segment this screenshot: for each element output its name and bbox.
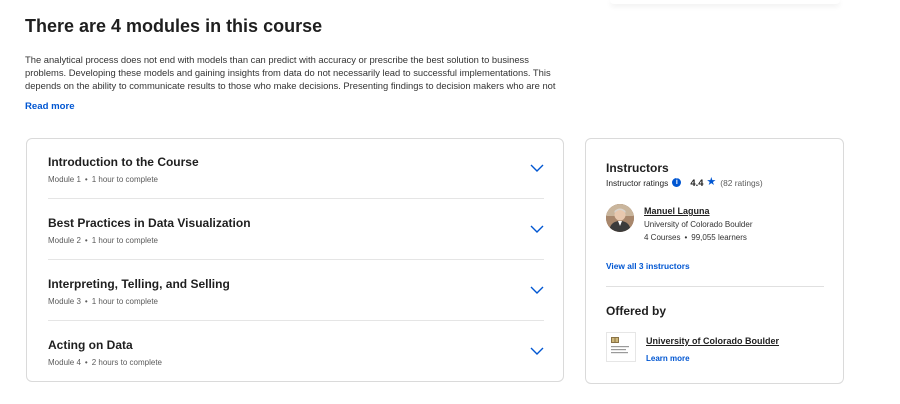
ratings-label: Instructor ratings [606,177,669,188]
section-heading: There are 4 modules in this course [25,16,323,36]
org-learn-more-link[interactable]: Learn more [646,354,690,363]
module-title: Acting on Data [48,338,133,352]
course-description: The analytical process does not end with… [25,54,556,91]
instructors-card: Instructors Instructor ratings i 4.4 ★ (… [585,138,844,384]
separator-dot: • [84,297,88,306]
module-item[interactable]: Best Practices in Data Visualization Mod… [48,200,544,260]
module-title: Introduction to the Course [48,155,199,169]
module-item[interactable]: Introduction to the Course Module 1 • 1 ho… [48,139,544,199]
instructor-org: University of Colorado Boulder [644,220,753,229]
module-item[interactable]: Interpreting, Telling, and Selling Modul… [48,261,544,321]
separator-dot: • [84,358,88,367]
star-icon: ★ [706,176,717,188]
module-label: Module 2 [48,236,81,245]
chevron-down-icon[interactable] [530,224,544,234]
modules-accordion: Introduction to the Course Module 1 • 1 ho… [26,138,564,382]
module-meta: Module 3 • 1 hour to complete [48,297,158,306]
avatar[interactable] [606,204,634,232]
instructor-learners: 99,055 learners [691,233,747,242]
rating-value: 4.4 [690,177,704,188]
module-title: Best Practices in Data Visualization [48,216,251,230]
separator-dot: • [684,233,688,242]
module-label: Module 1 [48,175,81,184]
chevron-down-icon[interactable] [530,285,544,295]
module-duration: 2 hours to complete [91,358,162,367]
module-duration: 1 hour to complete [91,297,158,306]
top-card-edge [610,0,840,4]
module-meta: Module 1 • 1 hour to complete [48,175,158,184]
instructors-title: Instructors [606,161,669,175]
module-label: Module 3 [48,297,81,306]
instructor-name-link[interactable]: Manuel Laguna [644,206,710,216]
rating-count: (82 ratings) [720,177,763,188]
chevron-down-icon[interactable] [530,163,544,173]
module-meta: Module 4 • 2 hours to complete [48,358,162,367]
org-logo[interactable] [606,332,636,362]
offered-by-title: Offered by [606,304,667,318]
chevron-down-icon[interactable] [530,346,544,356]
separator-dot: • [84,236,88,245]
instructor-stats: 4 Courses • 99,055 learners [644,233,747,242]
module-duration: 1 hour to complete [91,175,158,184]
module-label: Module 4 [48,358,81,367]
module-meta: Module 2 • 1 hour to complete [48,236,158,245]
instructor-ratings-row: Instructor ratings i 4.4 ★ (82 ratings) [606,176,763,189]
view-all-instructors-link[interactable]: View all 3 instructors [606,261,690,271]
module-item[interactable]: Acting on Data Module 4 • 2 hours to compl… [48,322,544,382]
separator-dot: • [84,175,88,184]
instructor-courses: 4 Courses [644,233,681,242]
info-icon[interactable]: i [672,178,682,187]
org-name-link[interactable]: University of Colorado Boulder [646,336,779,346]
module-title: Interpreting, Telling, and Selling [48,277,230,291]
module-duration: 1 hour to complete [91,236,158,245]
divider [606,286,824,287]
read-more-link[interactable]: Read more [25,101,75,112]
